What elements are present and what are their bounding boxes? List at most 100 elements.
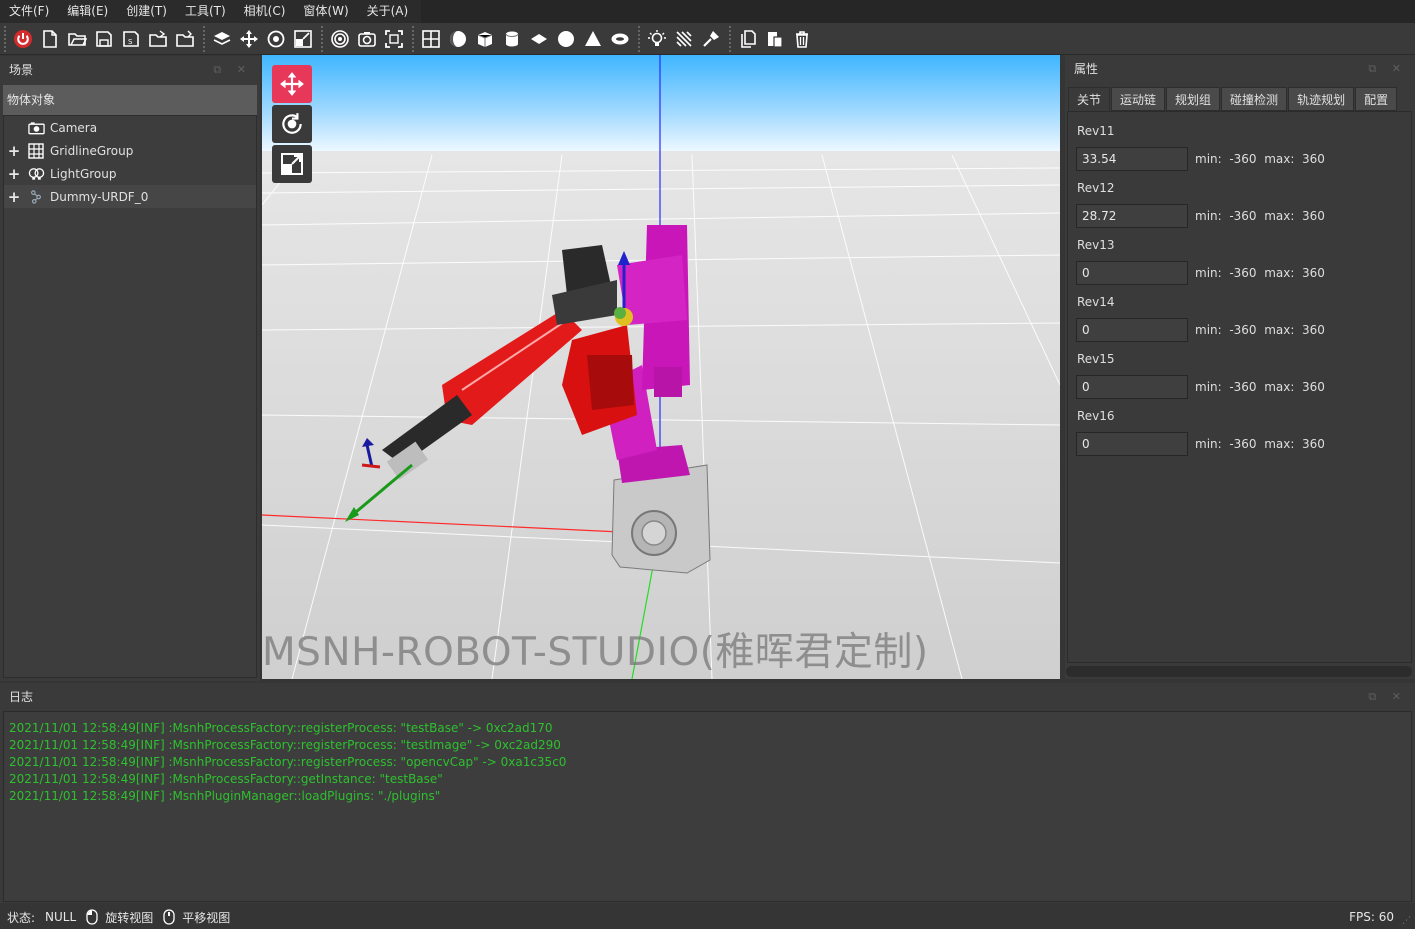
log-output[interactable]: 2021/11/01 12:58:49[INF] :MsnhProcessFac… [3, 711, 1412, 902]
joint-value-input[interactable]: 0 [1076, 318, 1188, 342]
plane-icon[interactable] [526, 26, 552, 52]
mouse-middle-icon [163, 909, 175, 925]
tree-item-label: Camera [50, 120, 98, 135]
tab-joints[interactable]: 关节 [1068, 87, 1111, 111]
tree-item-camera[interactable]: Camera [4, 116, 256, 139]
menu-create[interactable]: 创建(T) [117, 0, 176, 23]
log-line: 2021/11/01 12:58:49[INF] :MsnhPluginMana… [9, 789, 441, 803]
fps-counter: FPS: 60 [1349, 910, 1394, 924]
joint-value-input[interactable]: 0 [1076, 432, 1188, 456]
scene-dock-title: 场景 ⧉ ✕ [0, 56, 260, 84]
grid-icon[interactable] [418, 26, 444, 52]
resize-grip-icon[interactable]: ⋰ [1402, 916, 1411, 926]
expand-icon[interactable]: + [4, 188, 24, 206]
tree-item-lightgroup[interactable]: + LightGroup [4, 162, 256, 185]
joint-value-input[interactable]: 28.72 [1076, 204, 1188, 228]
paste-icon[interactable] [762, 26, 788, 52]
export-icon[interactable] [172, 26, 198, 52]
layers-icon[interactable] [209, 26, 235, 52]
cube-icon[interactable] [472, 26, 498, 52]
rotate-view-icon[interactable] [263, 26, 289, 52]
move-mode-button[interactable] [272, 65, 312, 103]
joint-value-input[interactable]: 33.54 [1076, 147, 1188, 171]
scale-mode-button[interactable] [272, 145, 312, 183]
joint-range: min: -360 max: 360 [1195, 437, 1325, 451]
max-value: 360 [1302, 437, 1325, 451]
light-group-icon [27, 166, 45, 182]
max-value: 360 [1302, 209, 1325, 223]
sphere-icon[interactable] [553, 26, 579, 52]
tree-item-label: Dummy-URDF_0 [50, 189, 149, 204]
spot-light-icon[interactable] [698, 26, 724, 52]
joint-name: Rev12 [1077, 181, 1115, 195]
joint-range: min: -360 max: 360 [1195, 380, 1325, 394]
new-file-icon[interactable] [37, 26, 63, 52]
joint-range: min: -360 max: 360 [1195, 323, 1325, 337]
directional-light-icon[interactable] [671, 26, 697, 52]
min-value: -360 [1229, 209, 1257, 223]
orbit-mode-icon [282, 113, 302, 134]
scale-icon[interactable] [290, 26, 316, 52]
sphere-shaded-icon[interactable] [445, 26, 471, 52]
watermark-text: MSNH-ROBOT-STUDIO(稚晖君定制) [262, 630, 929, 675]
joint-value-input[interactable]: 0 [1076, 261, 1188, 285]
fit-view-icon[interactable] [381, 26, 407, 52]
menu-file[interactable]: 文件(F) [0, 0, 58, 23]
menu-about[interactable]: 关于(A) [358, 0, 418, 23]
joint-name: Rev11 [1077, 124, 1115, 138]
3d-viewport[interactable]: MSNH-ROBOT-STUDIO(稚晖君定制) [262, 55, 1060, 679]
menu-edit[interactable]: 编辑(E) [58, 0, 117, 23]
power-icon[interactable] [10, 26, 36, 52]
camera-icon [27, 120, 45, 136]
grid-icon [27, 142, 45, 159]
move-icon[interactable] [236, 26, 262, 52]
delete-icon[interactable] [789, 26, 815, 52]
scale-mode-icon [281, 153, 303, 175]
menu-tools[interactable]: 工具(T) [176, 0, 235, 23]
min-label: min: [1195, 380, 1222, 394]
scene-render [262, 55, 1060, 679]
tab-config[interactable]: 配置 [1355, 87, 1398, 111]
save-as-icon[interactable]: S [118, 26, 144, 52]
rotate-view-hint: 旋转视图 [86, 909, 153, 926]
menu-window[interactable]: 窗体(W) [294, 0, 357, 23]
tab-collision[interactable]: 碰撞检测 [1221, 87, 1288, 111]
import-icon[interactable] [145, 26, 171, 52]
expand-icon[interactable]: + [4, 142, 24, 160]
min-label: min: [1195, 323, 1222, 337]
tree-column-header[interactable]: 物体对象 [3, 85, 257, 116]
toolbar-group-file: S [4, 25, 203, 52]
dock-controls[interactable]: ⧉ ✕ [1368, 683, 1407, 711]
joint-value-input[interactable]: 0 [1076, 375, 1188, 399]
main-toolbar: S [0, 23, 1415, 55]
svg-text:S: S [128, 38, 133, 46]
max-value: 360 [1302, 380, 1325, 394]
save-icon[interactable] [91, 26, 117, 52]
menu-camera[interactable]: 相机(C) [235, 0, 295, 23]
properties-hscrollbar[interactable] [1066, 666, 1412, 677]
target-icon[interactable] [327, 26, 353, 52]
joint-name: Rev15 [1077, 352, 1115, 366]
torus-icon[interactable] [607, 26, 633, 52]
tab-trajectory[interactable]: 轨迹规划 [1288, 87, 1355, 111]
tree-item-dummy-urdf[interactable]: + Dummy-URDF_0 [4, 185, 256, 208]
camera-icon[interactable] [354, 26, 380, 52]
tab-planning-group[interactable]: 规划组 [1166, 87, 1221, 111]
expand-icon[interactable]: + [4, 165, 24, 183]
tree-item-gridlinegroup[interactable]: + GridlineGroup [4, 139, 256, 162]
joints-panel: Rev11 33.54 min: -360 max: 360 Rev12 28.… [1067, 111, 1412, 663]
tab-kinematic-chain[interactable]: 运动链 [1111, 87, 1166, 111]
max-value: 360 [1302, 152, 1325, 166]
log-line: 2021/11/01 12:58:49[INF] :MsnhProcessFac… [9, 721, 553, 735]
orbit-mode-button[interactable] [272, 105, 312, 143]
pan-view-hint: 平移视图 [163, 909, 230, 926]
cone-icon[interactable] [580, 26, 606, 52]
dock-controls[interactable]: ⧉ ✕ [213, 56, 252, 84]
open-folder-icon[interactable] [64, 26, 90, 52]
cylinder-icon[interactable] [499, 26, 525, 52]
max-label: max: [1264, 437, 1295, 451]
light-bulb-icon[interactable] [644, 26, 670, 52]
copy-icon[interactable] [735, 26, 761, 52]
min-label: min: [1195, 152, 1222, 166]
dock-controls[interactable]: ⧉ ✕ [1368, 55, 1407, 83]
